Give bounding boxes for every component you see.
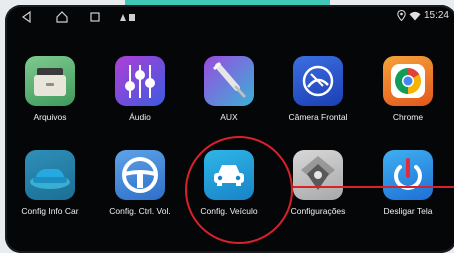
folder-icon	[25, 56, 75, 106]
chrome-icon	[383, 56, 433, 106]
highlight-circle	[185, 136, 293, 244]
wifi-icon	[409, 11, 421, 20]
app-audio[interactable]: Áudio	[100, 56, 180, 122]
app-label: Áudio	[129, 112, 151, 122]
highlight-pointer-line	[293, 186, 454, 188]
app-config-ctrl-vol[interactable]: Config. Ctrl. Vol.	[100, 150, 180, 216]
app-aux[interactable]: AUX	[189, 56, 269, 122]
status-bar: 15:24	[5, 5, 454, 29]
app-arquivos[interactable]: Arquivos	[10, 56, 90, 122]
home-icon[interactable]	[55, 10, 69, 24]
car-info-icon	[25, 150, 75, 200]
app-label: Chrome	[392, 112, 424, 122]
app-label: Config Info Car	[21, 206, 79, 216]
app-desligar-tela[interactable]: Desligar Tela	[368, 150, 448, 216]
location-icon	[397, 10, 406, 21]
steering-wheel-icon	[115, 150, 165, 200]
clock: 15:24	[423, 10, 449, 21]
app-label: Desligar Tela	[383, 206, 433, 216]
android-home-screen: 15:24 Arquivos Áudio AUX Câmera Frontal …	[5, 5, 454, 253]
app-camera-frontal[interactable]: Câmera Frontal	[278, 56, 358, 122]
app-label: AUX	[220, 112, 238, 122]
app-chrome[interactable]: Chrome	[368, 56, 448, 122]
app-label: Config. Ctrl. Vol.	[109, 206, 171, 216]
camera-icon	[293, 56, 343, 106]
back-icon[interactable]	[20, 10, 34, 24]
app-label: Câmera Frontal	[288, 112, 348, 122]
aux-cable-icon	[204, 56, 254, 106]
app-config-info-car[interactable]: Config Info Car	[10, 150, 90, 216]
equalizer-icon	[115, 56, 165, 106]
power-icon	[383, 150, 433, 200]
app-label: Arquivos	[33, 112, 67, 122]
status-right: 15:24	[397, 10, 449, 21]
notification-icons	[120, 14, 135, 21]
settings-icon	[293, 150, 343, 200]
recents-icon[interactable]	[88, 10, 102, 24]
